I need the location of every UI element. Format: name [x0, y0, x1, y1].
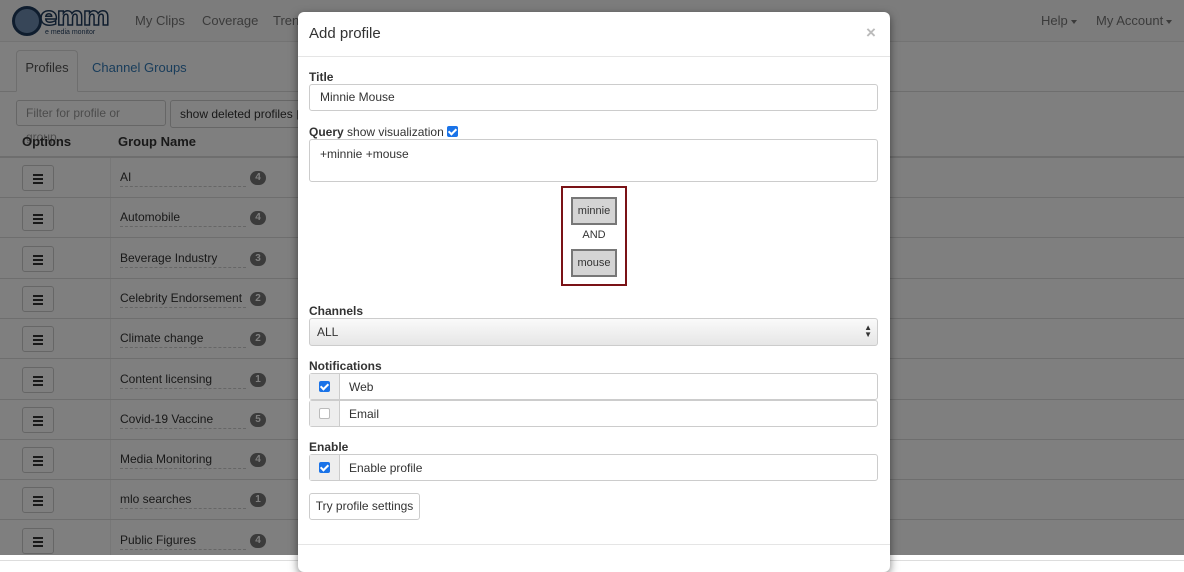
notifications-label: Notifications: [309, 359, 382, 373]
query-label: Query: [309, 125, 344, 139]
close-icon[interactable]: ×: [866, 23, 876, 43]
query-textarea[interactable]: +minnie +mouse: [309, 139, 878, 182]
show-visualization-label: show visualization: [347, 125, 444, 139]
enable-profile-group: Enable profile: [309, 454, 878, 481]
channels-select[interactable]: ALL ▲ ▼: [309, 318, 878, 346]
notify-web-addon: [310, 374, 340, 399]
enable-profile-label: Enable profile: [349, 461, 423, 475]
modal-title: Add profile: [309, 25, 381, 42]
notify-email-label: Email: [349, 407, 380, 421]
query-visualization: minnie AND mouse: [561, 186, 627, 286]
channels-select-value: ALL: [317, 325, 339, 339]
notify-email-checkbox[interactable]: [319, 408, 330, 419]
notify-web-checkbox[interactable]: [319, 381, 330, 392]
enable-profile-addon: [310, 455, 340, 480]
title-label: Title: [309, 70, 334, 84]
viz-term-minnie: minnie: [571, 197, 617, 225]
show-visualization-checkbox[interactable]: [447, 126, 459, 137]
viz-term-mouse: mouse: [571, 249, 617, 277]
query-label-row: Query show visualization: [309, 125, 459, 139]
add-profile-modal: Add profile × Title Minnie Mouse Query s…: [298, 12, 890, 572]
try-profile-settings-button[interactable]: Try profile settings: [309, 493, 420, 520]
viz-operator: AND: [582, 229, 606, 241]
notify-email-group: Email: [309, 400, 878, 427]
modal-footer-divider: [298, 544, 890, 545]
notify-email-addon: [310, 401, 340, 426]
select-arrows-icon: ▲ ▼: [864, 323, 872, 339]
enable-label: Enable: [309, 440, 349, 454]
channels-label: Channels: [309, 304, 364, 318]
enable-profile-checkbox[interactable]: [319, 462, 330, 473]
notify-web-group: Web: [309, 373, 878, 400]
modal-header: Add profile ×: [298, 12, 890, 57]
title-input[interactable]: Minnie Mouse: [309, 84, 878, 111]
notify-web-label: Web: [349, 380, 374, 394]
